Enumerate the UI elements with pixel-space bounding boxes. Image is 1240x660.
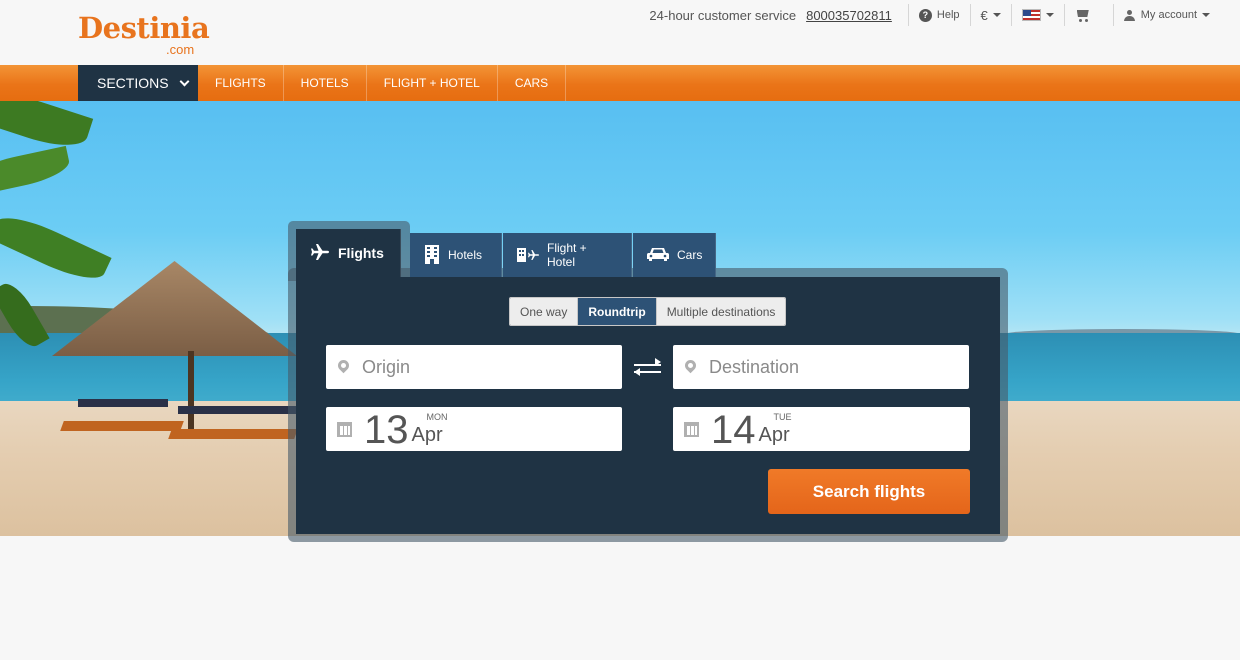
top-header: Destinia .com 24-hour customer service 8… [0,0,1240,65]
language-selector[interactable] [1010,4,1064,26]
umbrella-pole-decoration [188,351,194,431]
chevron-down-icon [179,76,190,86]
destinia-logo[interactable]: Destinia .com [78,14,210,57]
tab-flight-hotel[interactable]: Flight + Hotel [503,233,632,277]
sections-menu-button[interactable]: SECTIONS [78,65,198,101]
palm-leaf-decoration [0,101,94,156]
tab-flights[interactable]: Flights [296,229,401,277]
tab-hotels-label: Hotels [448,248,483,262]
tab-hotels[interactable]: Hotels [410,233,502,277]
cart-icon [1075,8,1093,22]
currency-selector[interactable]: € [969,4,1011,26]
tab-cars[interactable]: Cars [633,233,716,277]
user-icon [1123,9,1135,21]
lounger-decoration [178,406,296,414]
building-airplane-icon [517,246,539,265]
my-account-menu[interactable]: My account [1112,4,1210,26]
origin-input[interactable]: Origin [326,345,622,389]
us-flag-icon [1021,9,1041,21]
currency-label: € [980,7,988,23]
cart-button[interactable] [1063,4,1113,26]
map-pin-icon [335,357,352,373]
lounger-decoration [60,421,184,431]
search-flights-button[interactable]: Search flights [768,469,970,514]
calendar-icon [684,421,699,437]
trip-type-toggle: One way Roundtrip Multiple destinations [509,297,787,326]
trip-type-roundtrip[interactable]: Roundtrip [578,298,657,325]
chevron-down-icon [992,13,1001,17]
help-icon: ? [918,8,932,22]
trip-type-multiple-destinations[interactable]: Multiple destinations [656,298,786,325]
header-tools: 24-hour customer service 800035702811 ? … [649,0,1210,30]
nav-item-hotels[interactable]: HOTELS [284,65,367,101]
origin-placeholder: Origin [362,356,411,377]
nav-item-flights[interactable]: FLIGHTS [198,65,284,101]
destination-input[interactable]: Destination [673,345,969,389]
chevron-down-icon [1045,13,1054,17]
return-day: 14 [711,408,756,452]
lounger-decoration [78,399,168,407]
nav-item-flight-hotel[interactable]: FLIGHT + HOTEL [367,65,498,101]
help-link[interactable]: ? Help [907,4,970,26]
building-icon [424,244,440,267]
map-pin-icon [682,357,699,373]
return-month: Apr [758,424,790,446]
swap-origin-destination-button[interactable] [634,358,661,376]
nav-items: FLIGHTS HOTELS FLIGHT + HOTEL CARS [198,65,567,101]
customer-service-label: 24-hour customer service [649,7,797,23]
departure-month: Apr [411,424,443,446]
return-weekday: TUE [773,412,792,422]
return-date-input[interactable]: 14 TUE Apr [673,407,970,451]
chevron-down-icon [1202,13,1210,17]
tab-flights-label: Flights [338,245,384,261]
palm-leaf-decoration [0,207,112,289]
car-icon [647,246,669,265]
customer-service-phone-link[interactable]: 800035702811 [806,8,892,23]
trip-type-one-way[interactable]: One way [510,298,579,325]
help-label: Help [936,9,960,21]
lounger-decoration [168,429,298,439]
main-nav: SECTIONS FLIGHTS HOTELS FLIGHT + HOTEL C… [0,65,1240,101]
my-account-label: My account [1140,9,1197,21]
calendar-icon [337,421,352,437]
sections-label: SECTIONS [97,75,169,91]
departure-date-input[interactable]: 13 MON Apr [326,407,622,451]
airplane-icon [310,243,330,264]
tab-cars-label: Cars [677,248,703,262]
departure-weekday: MON [426,412,448,422]
palm-leaf-decoration [0,145,73,197]
nav-item-cars[interactable]: CARS [498,65,567,101]
destination-placeholder: Destination [709,356,800,377]
departure-day: 13 [364,408,409,452]
tab-flight-hotel-label: Flight + Hotel [547,241,587,269]
